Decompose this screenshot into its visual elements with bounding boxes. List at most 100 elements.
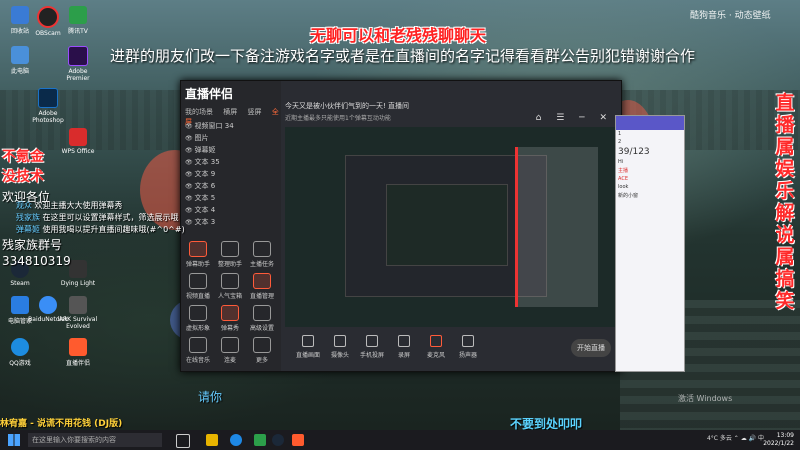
windows-start-icon[interactable]	[8, 434, 20, 446]
speaker-button[interactable]: 扬声器	[453, 335, 483, 359]
cloud-icon	[39, 296, 57, 314]
clock[interactable]: 13:09 2022/1/22	[763, 432, 794, 448]
tool-label: 虚拟形象	[185, 325, 210, 332]
desktop-icon-label: 直播伴侣	[65, 360, 90, 367]
danmu-icon	[189, 241, 207, 257]
source-item[interactable]: 弹幕姬	[185, 145, 216, 155]
tool-danmu-assistant[interactable]: 弹幕助手	[183, 241, 213, 268]
weather[interactable]: 4°C 多云	[707, 435, 732, 442]
chat-name: 残家族	[16, 213, 40, 222]
chat-line: 1	[618, 131, 622, 137]
app-logo: 直播伴侣	[185, 87, 234, 101]
chat-window-titlebar[interactable]	[616, 116, 684, 130]
app-sidebar: 直播伴侣 我的场景 横屏 竖屏 全屏 视频窗口 34 图片 弹幕姬 文本 35 …	[181, 81, 281, 371]
tool-advanced[interactable]: 高级设置	[247, 305, 277, 332]
computer-icon	[11, 46, 29, 64]
live-companion-icon[interactable]	[292, 434, 304, 446]
desktop-icon-label: 回收站	[10, 28, 29, 35]
qq-icon	[11, 338, 29, 356]
tool-manage[interactable]: 直播管理	[247, 273, 277, 300]
overlay-mid-label: 请你	[198, 390, 223, 404]
phone-icon	[366, 335, 378, 347]
system-tray[interactable]: 4°C 多云 ⌃ ☁ 🔊 中	[707, 433, 764, 442]
chat-line: look	[618, 184, 629, 190]
desktop-icon-label: Dying Light	[60, 280, 96, 287]
chat-text: 欢迎主播大大使用弹幕秀	[34, 201, 123, 210]
chat-text: 在这里可以设置弹幕样式，筛选展示哦	[42, 213, 179, 222]
chat-line: 主播	[618, 168, 629, 174]
task-view-icon[interactable]	[176, 434, 190, 448]
desktop-icon-label: WPS Office	[61, 148, 95, 155]
window-controls[interactable]: ⌂ ☰ ─ ✕	[536, 113, 613, 123]
tool-tasks[interactable]: 主播任务	[247, 241, 277, 268]
chat-name: 弹幕姬	[16, 225, 40, 234]
tool-danmu-show[interactable]: 弹幕秀	[215, 305, 245, 332]
taskbar-search-input[interactable]: 在这里输入你要搜索的内容	[28, 433, 162, 447]
tool-video-live[interactable]: 视频直播	[183, 273, 213, 300]
source-item[interactable]: 文本 6	[185, 181, 216, 191]
desktop-icon-qqgame[interactable]: QQ游戏	[0, 338, 40, 367]
tab-portrait[interactable]: 竖屏	[247, 108, 261, 116]
ark-icon	[69, 296, 87, 314]
desktop-icon-pc[interactable]: 此电脑	[0, 46, 40, 75]
wps-icon	[69, 128, 87, 146]
overlay-banner: 进群的朋友们改一下备注游戏名字或者是在直播间的名字记得看看群公告别犯错谢谢合作	[110, 47, 696, 65]
steam-icon[interactable]	[272, 434, 284, 446]
screen-capture-button[interactable]: 直播画面	[293, 335, 323, 359]
tab-scene[interactable]: 我的场景	[185, 108, 213, 116]
source-item[interactable]: 文本 4	[185, 205, 216, 215]
source-item[interactable]: 文本 3	[185, 217, 216, 227]
source-item[interactable]: 文本 35	[185, 157, 220, 167]
phone-cast-button[interactable]: 手机投屏	[357, 335, 387, 359]
tool-label: 主播任务	[249, 261, 274, 268]
desktop-icon-livecompanion[interactable]: 直播伴侣	[58, 338, 98, 367]
go-live-button[interactable]: 开始直播	[571, 339, 611, 357]
file-explorer-icon[interactable]	[206, 434, 218, 446]
tool-label: 整理助手	[217, 261, 242, 268]
chat-text: 使用我喝以提升直播间趣味哦(#^0^#)	[42, 225, 185, 234]
photoshop-icon	[38, 88, 58, 108]
desktop-icon-label: Adobe Premier	[66, 68, 90, 82]
source-item[interactable]: 文本 5	[185, 193, 216, 203]
tool-label: 直播管理	[249, 293, 274, 300]
record-button[interactable]: 录屏	[389, 335, 419, 359]
source-item[interactable]: 文本 9	[185, 169, 216, 179]
desktop-icon-photoshop[interactable]: Adobe Photoshop	[28, 88, 68, 124]
video-icon	[189, 273, 207, 289]
nested-preview-inner	[386, 184, 508, 266]
notice-text: 近期主播最多只能使用1个弹幕互动功能	[285, 115, 391, 122]
desktop-icon-label: QQ游戏	[9, 360, 31, 367]
recycle-bin-icon	[11, 6, 29, 24]
camera-icon	[37, 6, 59, 28]
mic-button[interactable]: 麦克风	[421, 335, 451, 359]
chat-window[interactable]: 1 2 39/123 Hi 主播 ACE look 新的小窗	[615, 115, 685, 372]
overlay-side-red-2: 没技术	[2, 169, 44, 185]
source-item[interactable]: 视频窗口 34	[185, 121, 234, 131]
edge-icon[interactable]	[230, 434, 242, 446]
tab-landscape[interactable]: 横屏	[223, 108, 237, 116]
source-item[interactable]: 图片	[185, 133, 209, 143]
danmu-show-icon	[221, 305, 239, 321]
desktop-icon-ark[interactable]: ARK Survival Evolved	[58, 296, 98, 330]
app-icon[interactable]	[254, 434, 266, 446]
link-mic-icon	[221, 337, 239, 353]
tool-more[interactable]: 更多	[247, 337, 277, 364]
tool-label: 高级设置	[249, 325, 274, 332]
tool-music[interactable]: 在线音乐	[183, 337, 213, 364]
tool-avatar[interactable]: 虚拟形象	[183, 305, 213, 332]
desktop-icon-premiere[interactable]: Adobe Premier	[58, 46, 98, 82]
button-label: 录屏	[397, 352, 410, 359]
stream-title[interactable]: 今天又是被小伙伴们气到的一天! 直播间	[285, 101, 409, 111]
desktop-icon-tencent[interactable]: 腾讯TV	[58, 6, 98, 35]
tool-label: 人气宝箱	[217, 293, 242, 300]
camera-button[interactable]: 摄像头	[325, 335, 355, 359]
tool-label: 视频直播	[185, 293, 210, 300]
desktop-icon-wps[interactable]: WPS Office	[58, 128, 98, 155]
tool-linkmic[interactable]: 连麦	[215, 337, 245, 364]
tv-icon	[69, 6, 87, 24]
overlay-bottom-sub: 不要到处叩叩	[510, 417, 583, 430]
tool-treasure[interactable]: 人气宝箱	[215, 273, 245, 300]
live-companion-window[interactable]: 直播伴侣 我的场景 横屏 竖屏 全屏 视频窗口 34 图片 弹幕姬 文本 35 …	[180, 80, 622, 372]
chat-line: Hi	[618, 159, 624, 165]
tool-organize[interactable]: 整理助手	[215, 241, 245, 268]
